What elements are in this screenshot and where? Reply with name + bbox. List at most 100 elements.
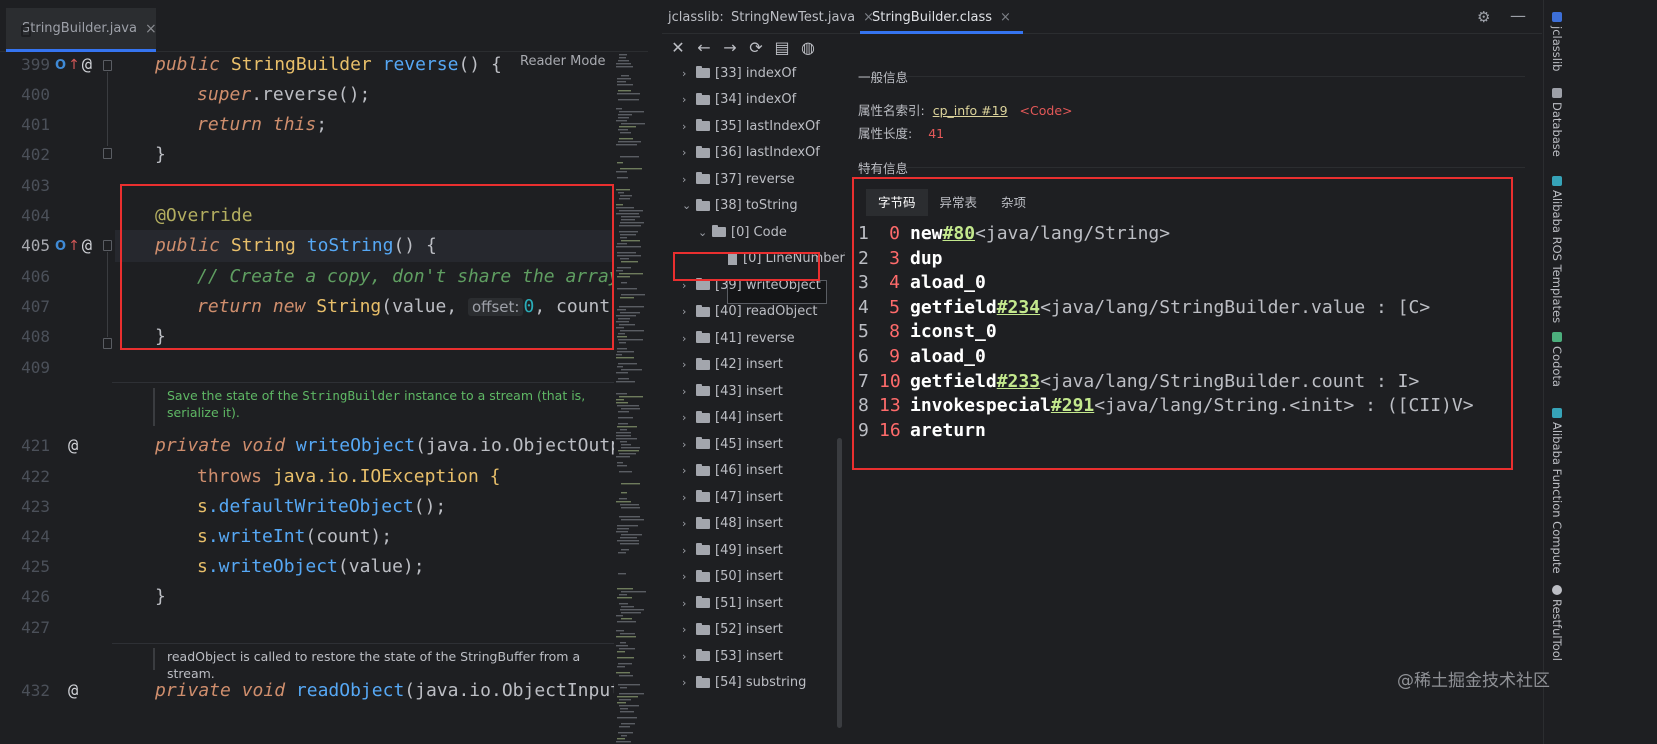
chevron-icon[interactable]: ›: [682, 650, 696, 663]
chevron-icon[interactable]: ›: [682, 120, 696, 133]
tab-stringnewtest[interactable]: StringNewTest.java ×: [731, 0, 874, 34]
tool-codota[interactable]: Codota: [1550, 332, 1564, 387]
chevron-icon[interactable]: ›: [682, 332, 696, 345]
fold-marker[interactable]: [103, 148, 112, 159]
tree-node[interactable]: › [47] insert: [682, 484, 783, 510]
minimap-line: [618, 141, 641, 143]
reader-mode-toggle[interactable]: Reader Mode ✓: [520, 54, 626, 69]
chevron-icon[interactable]: ›: [682, 67, 696, 80]
minimap-line: [616, 432, 631, 434]
fold-marker[interactable]: [103, 60, 112, 71]
minimap-line: [617, 651, 625, 653]
tree-node[interactable]: ⌄ [38] toString: [682, 193, 798, 219]
chevron-icon[interactable]: ›: [682, 305, 696, 318]
annotation-at-icon[interactable]: @: [68, 436, 78, 456]
tree-node[interactable]: › [53] insert: [682, 643, 783, 669]
tree-node[interactable]: › [54] substring: [682, 670, 806, 696]
chevron-icon[interactable]: ›: [682, 597, 696, 610]
tree-node[interactable]: › [43] insert: [682, 378, 783, 404]
cp-info-link[interactable]: cp_info #19: [933, 103, 1008, 118]
minimap-line: [617, 81, 626, 83]
chevron-icon[interactable]: ›: [682, 173, 696, 186]
tree-node[interactable]: › [48] insert: [682, 511, 783, 537]
refresh-icon[interactable]: ⟳: [748, 38, 764, 57]
line-number: 405: [21, 236, 50, 255]
tree-node[interactable]: › [46] insert: [682, 458, 783, 484]
chevron-icon[interactable]: ›: [682, 623, 696, 636]
chevron-icon[interactable]: ›: [682, 464, 696, 477]
tool-function-compute[interactable]: Alibaba Function Compute: [1550, 408, 1564, 574]
chevron-icon[interactable]: ⌄: [682, 199, 696, 212]
chevron-icon[interactable]: ›: [682, 358, 696, 371]
javadoc-bar: [153, 388, 155, 426]
minimap-line: [620, 222, 644, 224]
chevron-icon[interactable]: ›: [682, 676, 696, 689]
fold-marker[interactable]: [103, 240, 112, 251]
annotation-at-icon[interactable]: @: [82, 55, 92, 75]
chevron-icon[interactable]: ›: [682, 385, 696, 398]
close-icon[interactable]: ×: [1000, 10, 1011, 25]
overrides-icon[interactable]: O: [55, 239, 66, 254]
minimize-icon[interactable]: —: [1510, 6, 1526, 25]
minimap-line: [620, 234, 636, 236]
back-arrow-icon[interactable]: ←: [696, 38, 712, 57]
tool-database[interactable]: Database: [1550, 88, 1564, 157]
minimap-line: [618, 732, 633, 734]
chevron-icon[interactable]: ›: [682, 146, 696, 159]
tree-node[interactable]: › [51] insert: [682, 590, 783, 616]
tree-node[interactable]: › [33] indexOf: [682, 60, 796, 86]
tree-node[interactable]: › [40] readObject: [682, 299, 817, 325]
tree-scrollbar[interactable]: [837, 438, 842, 728]
gear-icon[interactable]: ⚙: [1477, 8, 1490, 26]
folder-icon: [696, 516, 710, 529]
tree-node[interactable]: › [50] insert: [682, 564, 783, 590]
tree-node[interactable]: › [36] lastIndexOf: [682, 140, 820, 166]
tree-node[interactable]: › [49] insert: [682, 537, 783, 563]
chevron-icon[interactable]: ›: [682, 93, 696, 106]
tree-node[interactable]: ⌄ [0] Code: [698, 219, 787, 245]
doc-text: Save the state of the: [167, 388, 303, 403]
tree-node[interactable]: › [44] insert: [682, 405, 783, 431]
tree-node[interactable]: › [52] insert: [682, 617, 783, 643]
override-up-arrow-icon[interactable]: ↑: [68, 57, 80, 73]
tool-jclasslib[interactable]: jclasslib: [1550, 12, 1564, 71]
forward-arrow-icon[interactable]: →: [722, 38, 738, 57]
line-number: 404: [21, 206, 50, 225]
tool-ros-templates[interactable]: Alibaba ROS Templates: [1550, 176, 1564, 323]
code-editor[interactable]: StringBuilder.java × Reader Mode ✓ 399 O…: [0, 0, 648, 744]
close-icon[interactable]: ×: [145, 21, 157, 37]
tree-node[interactable]: › [45] insert: [682, 431, 783, 457]
chevron-icon[interactable]: ›: [682, 438, 696, 451]
tree-node[interactable]: › [42] insert: [682, 352, 783, 378]
tab-stringbuilder-class[interactable]: StringBuilder.class ×: [860, 0, 1023, 34]
editor-tab-stringbuilder[interactable]: StringBuilder.java ×: [6, 8, 157, 52]
tree-node[interactable]: › [37] reverse: [682, 166, 795, 192]
chevron-icon[interactable]: ›: [682, 491, 696, 504]
chevron-icon[interactable]: ›: [682, 544, 696, 557]
tool-restfultool[interactable]: RestfulTool: [1550, 585, 1564, 661]
minimap-line: [621, 492, 627, 494]
overrides-icon[interactable]: O: [55, 58, 66, 73]
javadoc-text: Save the state of the StringBuilder inst…: [167, 387, 614, 421]
override-up-arrow-icon[interactable]: ↑: [68, 238, 80, 254]
class-structure-tree[interactable]: › [33] indexOf › [34] indexOf › [35] lastInde…: [662, 60, 845, 744]
chevron-icon[interactable]: ›: [682, 517, 696, 530]
chevron-icon[interactable]: ›: [682, 411, 696, 424]
chevron-icon[interactable]: ›: [682, 570, 696, 583]
tree-node[interactable]: › [35] lastIndexOf: [682, 113, 820, 139]
code-minimap[interactable]: [614, 52, 648, 744]
tree-node[interactable]: › [34] indexOf: [682, 87, 796, 113]
keyword: void: [241, 435, 286, 456]
code-line: private void writeObject(java.io.ObjectO…: [155, 430, 648, 462]
folder-icon: [696, 463, 710, 476]
annotation-at-icon[interactable]: @: [82, 236, 92, 256]
save-icon[interactable]: ▤: [774, 38, 790, 57]
chevron-icon[interactable]: ⌄: [698, 226, 712, 239]
reader-mode-label[interactable]: Reader Mode: [520, 54, 606, 69]
tree-node-label: [48] insert: [715, 516, 783, 531]
tree-node[interactable]: › [41] reverse: [682, 325, 795, 351]
fold-marker[interactable]: [103, 338, 112, 349]
web-icon[interactable]: ◍: [800, 38, 816, 57]
annotation-at-icon[interactable]: @: [68, 681, 78, 701]
close-icon[interactable]: ✕: [670, 38, 686, 57]
